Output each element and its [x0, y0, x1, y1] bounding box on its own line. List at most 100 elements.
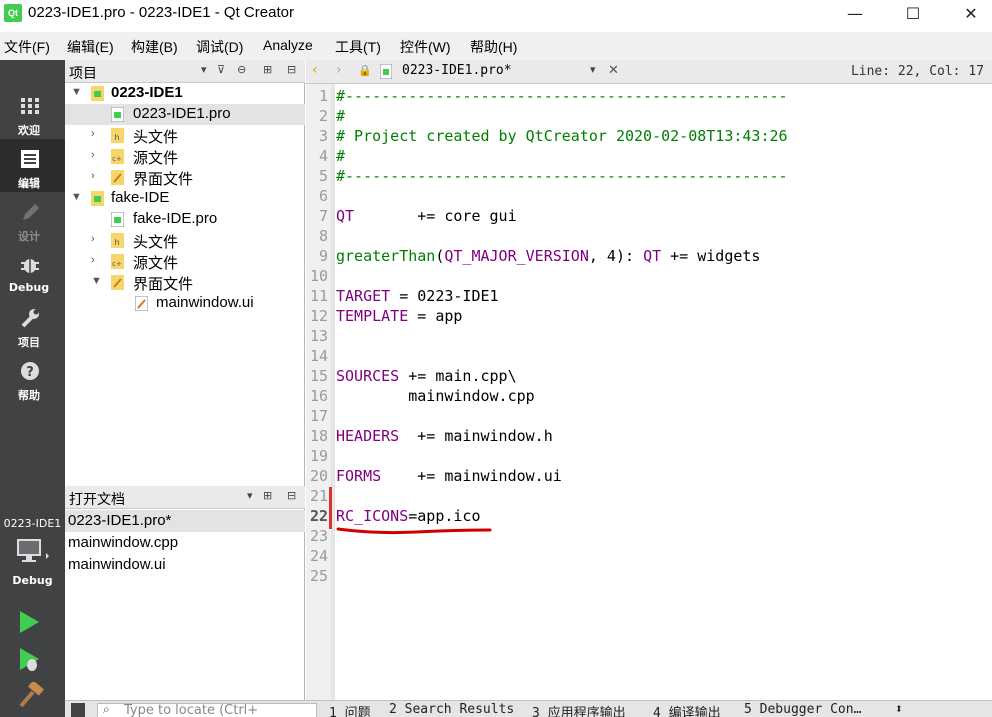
menu-debug[interactable]: 调试(D) [196, 37, 243, 57]
menu-tools[interactable]: 工具(T) [335, 37, 381, 57]
modification-marker [329, 487, 332, 529]
mode-design[interactable]: 设计 [0, 192, 65, 245]
document-icon [21, 150, 39, 168]
chevron-down-icon[interactable]: ▼ [91, 275, 102, 287]
tree-folder-sources[interactable]: › c+ 源文件 [65, 146, 305, 167]
menu-help[interactable]: 帮助(H) [470, 37, 517, 57]
open-doc-item[interactable]: mainwindow.cpp [65, 532, 305, 554]
code-line[interactable]: TEMPLATE = app [336, 307, 462, 327]
chevron-down-icon[interactable]: ▼ [71, 191, 82, 203]
chevron-right-icon[interactable]: › [91, 170, 95, 182]
mode-label: Debug [8, 281, 50, 294]
tree-folder-headers[interactable]: › h 头文件 [65, 230, 305, 251]
view-dropdown-icon[interactable]: ▾ [247, 489, 253, 502]
line-number: 4 [318, 147, 328, 165]
menu-build[interactable]: 构建(B) [131, 37, 178, 57]
chevron-right-icon[interactable]: › [91, 149, 95, 161]
tree-folder-forms[interactable]: ▼ 界面文件 [65, 272, 305, 293]
tab-issues[interactable]: 1 问题 [329, 702, 371, 717]
pro-file-icon [380, 64, 392, 79]
tree-project-0223-IDE1[interactable]: ▼ 0223-IDE1 [65, 83, 305, 104]
tab-search-results[interactable]: 2 Search Results [389, 702, 514, 717]
toggle-sidebar-icon[interactable] [71, 703, 85, 717]
chevron-down-icon[interactable]: ▼ [71, 86, 82, 98]
menu-bar: 文件(F) 编辑(E) 构建(B) 调试(D) Analyze 工具(T) 控件… [0, 32, 992, 60]
close-pane-icon[interactable]: ⊟ [287, 489, 296, 502]
back-arrow-icon[interactable]: ‹ [312, 62, 318, 78]
open-doc-item[interactable]: 0223-IDE1.pro* [65, 510, 305, 532]
tab-application-output[interactable]: 3 应用程序输出 [532, 702, 626, 717]
tree-file-pro[interactable]: fake-IDE.pro [65, 209, 305, 230]
forms-folder-icon [111, 170, 124, 185]
tree-folder-sources[interactable]: › c+ 源文件 [65, 251, 305, 272]
code-line[interactable]: greaterThan(QT_MAJOR_VERSION, 4): QT += … [336, 247, 760, 267]
open-docs-header: 打开文档 ▾ ⊞ ⊟ [65, 486, 305, 509]
menu-widgets[interactable]: 控件(W) [400, 37, 451, 57]
line-number: 11 [309, 287, 328, 305]
code-line[interactable]: SOURCES += main.cpp\ [336, 367, 517, 387]
tree-label: 0223-IDE1.pro [133, 105, 231, 122]
mode-welcome[interactable]: 欢迎 [0, 86, 65, 139]
split-icon[interactable]: ⊞ [263, 63, 272, 76]
debug-run-icon[interactable] [15, 646, 45, 674]
tab-debugger-console[interactable]: 5 Debugger Con… [744, 702, 861, 717]
mode-debug[interactable]: Debug [0, 245, 65, 298]
close-button[interactable]: ✕ [942, 0, 992, 30]
mode-selector: 欢迎 编辑 设计 Debug 项目 ? 帮助 0223-IDE1 Debug [0, 60, 65, 717]
open-doc-item[interactable]: mainwindow.ui [65, 554, 305, 576]
code-line[interactable]: mainwindow.cpp [336, 387, 534, 407]
code-line[interactable]: TARGET = 0223-IDE1 [336, 287, 499, 307]
code-line[interactable]: # [336, 147, 345, 167]
code-editor[interactable]: 1 2 3 4 5 6 7 8 9 10 11 12 13 14 15 16 17 18 19 20 21 22 23 24 2… [306, 84, 992, 700]
code-line[interactable]: # Project created by QtCreator 2020-02-0… [336, 127, 788, 147]
line-number: 21 [309, 487, 328, 505]
menu-file[interactable]: 文件(F) [4, 37, 50, 57]
link-icon[interactable]: ⊖ [237, 63, 246, 76]
mode-label: 帮助 [18, 389, 40, 402]
chevron-down-icon[interactable]: ▾ [590, 63, 596, 76]
mode-help[interactable]: ? 帮助 [0, 351, 65, 404]
view-dropdown-icon[interactable]: ▾ [201, 63, 207, 76]
line-number: 25 [309, 567, 328, 585]
code-line[interactable]: # [336, 107, 345, 127]
chevron-right-icon[interactable]: › [91, 254, 95, 266]
chevron-right-icon[interactable]: › [91, 233, 95, 245]
code-line[interactable]: HEADERS += mainwindow.h [336, 427, 553, 447]
output-pane-bar: Type to locate (Ctrl+ ⌕ 1 问题 2 Search Re… [65, 700, 992, 717]
tree-folder-forms[interactable]: › 界面文件 [65, 167, 305, 188]
locator-input[interactable]: Type to locate (Ctrl+ [97, 703, 317, 717]
code-line[interactable]: #---------------------------------------… [336, 87, 788, 107]
menu-analyze[interactable]: Analyze [263, 37, 313, 53]
build-hammer-icon[interactable] [15, 682, 45, 710]
tree-label: 头文件 [133, 129, 179, 146]
chevron-right-icon[interactable]: › [91, 128, 95, 140]
filter-icon[interactable]: ⊽ [217, 63, 225, 76]
chevron-updown-icon[interactable]: ⬍ [895, 702, 903, 717]
line-number: 14 [309, 347, 328, 365]
code-line[interactable]: #---------------------------------------… [336, 167, 788, 187]
tab-compile-output[interactable]: 4 编译输出 [653, 702, 721, 717]
minimize-button[interactable]: — [826, 0, 884, 30]
line-number: 6 [318, 187, 328, 205]
menu-edit[interactable]: 编辑(E) [67, 37, 114, 57]
run-icon[interactable] [15, 609, 43, 635]
code-line[interactable]: FORMS += mainwindow.ui [336, 467, 562, 487]
mode-edit[interactable]: 编辑 [0, 139, 65, 192]
tree-project-fake-IDE[interactable]: ▼ fake-IDE [65, 188, 305, 209]
line-number: 2 [318, 107, 328, 125]
close-pane-icon[interactable]: ⊟ [287, 63, 296, 76]
forward-arrow-icon[interactable]: › [336, 62, 342, 78]
tree-file-pro[interactable]: 0223-IDE1.pro [65, 104, 305, 125]
header-folder-icon: h [111, 233, 124, 248]
forms-folder-icon [111, 275, 124, 290]
tree-folder-headers[interactable]: › h 头文件 [65, 125, 305, 146]
monitor-icon[interactable] [16, 537, 50, 567]
close-document-icon[interactable]: ✕ [608, 63, 619, 78]
tree-file-ui[interactable]: mainwindow.ui [65, 293, 305, 314]
maximize-button[interactable]: ☐ [884, 0, 942, 30]
mode-projects[interactable]: 项目 [0, 298, 65, 351]
split-icon[interactable]: ⊞ [263, 489, 272, 502]
file-selector[interactable]: 0223-IDE1.pro* [402, 63, 622, 81]
code-line[interactable]: QT += core gui [336, 207, 517, 227]
line-number: 9 [318, 247, 328, 265]
